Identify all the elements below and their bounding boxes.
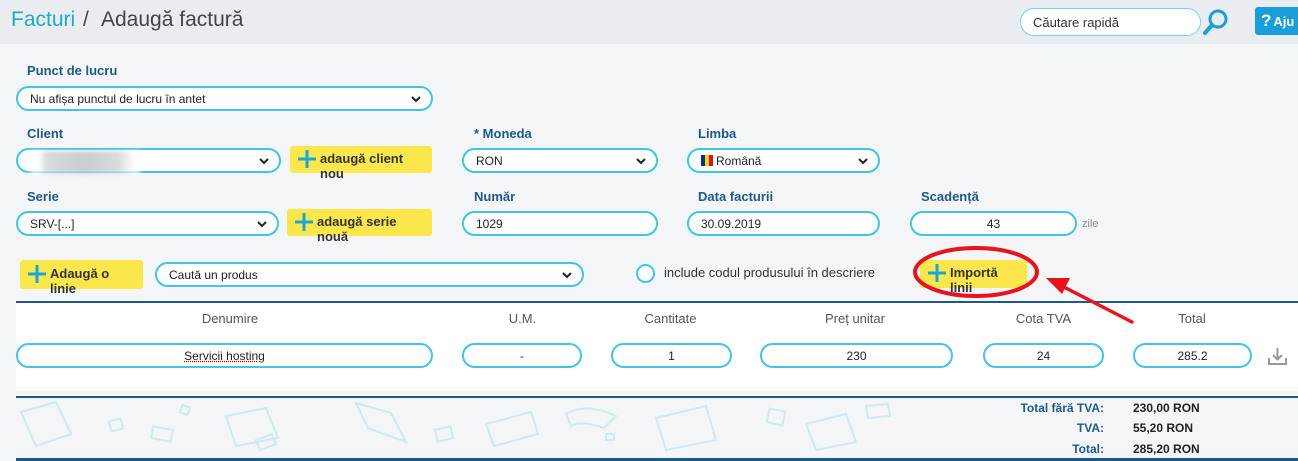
moneda-select[interactable]: RON (462, 148, 658, 173)
column-header-cota-tva: Cota TVA (1015, 311, 1072, 326)
download-icon[interactable] (1268, 347, 1287, 365)
column-header-denumire: Denumire (201, 311, 259, 326)
scadenta-input[interactable]: 43 (910, 211, 1077, 236)
product-search-select[interactable]: Caută un produs (155, 262, 584, 287)
decorative-invoice-pattern (19, 400, 892, 452)
line-total-input[interactable]: 285.2 (1133, 343, 1252, 368)
column-header-cantitate: Cantitate (644, 311, 697, 326)
include-code-checkbox[interactable] (636, 264, 655, 283)
chevron-down-icon (858, 158, 868, 165)
total-fara-tva-label: Total fără TVA: (1020, 401, 1104, 415)
moneda-label: * Moneda (474, 126, 532, 141)
scadenta-label: Scadență (921, 189, 979, 204)
add-series-button[interactable]: adaugă serie nouă (287, 209, 432, 244)
punct-lucru-select[interactable]: Nu afișa punctul de lucru în antet (16, 86, 433, 111)
data-facturii-input[interactable]: 30.09.2019 (687, 211, 880, 236)
column-header-total: Total (1178, 311, 1206, 326)
plus-icon (28, 265, 46, 283)
limba-label: Limba (698, 126, 737, 141)
numar-input[interactable]: 1029 (462, 211, 658, 236)
line-pret-input[interactable]: 230 (760, 343, 953, 368)
line-cantitate-input[interactable]: 1 (611, 343, 732, 368)
client-label: Client (27, 126, 64, 141)
zile-unit: zile (1082, 218, 1099, 230)
table-header-line (16, 301, 1298, 303)
data-facturii-label: Data facturii (698, 189, 774, 204)
plus-icon (928, 264, 946, 282)
serie-label: Serie (27, 189, 59, 204)
line-um-input[interactable]: - (462, 343, 582, 368)
chevron-down-icon (257, 221, 267, 228)
chevron-down-icon (411, 96, 421, 103)
tva-label: TVA: (1076, 421, 1104, 435)
client-select[interactable] (16, 148, 281, 173)
column-header-pret-unitar: Preț unitar (825, 311, 885, 326)
help-button[interactable]: ? Aju (1255, 7, 1298, 35)
total-value: 285,20 RON (1133, 442, 1200, 456)
add-line-button[interactable]: Adaugă o linie (20, 260, 143, 296)
limba-select[interactable]: Română (687, 148, 880, 173)
breadcrumb-separator: / (83, 8, 89, 31)
line-cota-input[interactable]: 24 (983, 343, 1104, 368)
chevron-down-icon (636, 158, 646, 165)
tva-value: 55,20 RON (1133, 421, 1194, 435)
plus-icon (295, 213, 313, 231)
search-icon[interactable] (1202, 8, 1230, 36)
total-fara-tva-value: 230,00 RON (1133, 401, 1200, 415)
add-client-button[interactable]: adaugă client nou (290, 146, 432, 181)
redacted-client-name (30, 151, 140, 173)
include-code-label: include codul produsului în descriere (664, 265, 876, 280)
breadcrumb-facturi-link[interactable]: Facturi (11, 8, 75, 32)
plus-icon (298, 150, 316, 168)
punct-lucru-label: Punct de lucru (27, 63, 118, 78)
import-lines-button[interactable]: Importă linii (920, 260, 1027, 295)
line-denumire-input[interactable]: Servicii hosting (16, 343, 433, 368)
serie-select[interactable]: SRV-[...] (16, 211, 279, 236)
chevron-down-icon (259, 158, 269, 165)
romania-flag-icon (701, 155, 713, 166)
help-icon: ? (1261, 11, 1272, 30)
numar-label: Număr (474, 189, 516, 204)
total-label: Total: (1072, 442, 1104, 456)
column-header-um: U.M. (508, 311, 537, 326)
annotation-arrow-head (1046, 278, 1070, 294)
quick-search-input[interactable]: Căutare rapidă (1020, 8, 1201, 36)
page-title: Adaugă factură (101, 8, 244, 31)
chevron-down-icon (562, 272, 572, 279)
